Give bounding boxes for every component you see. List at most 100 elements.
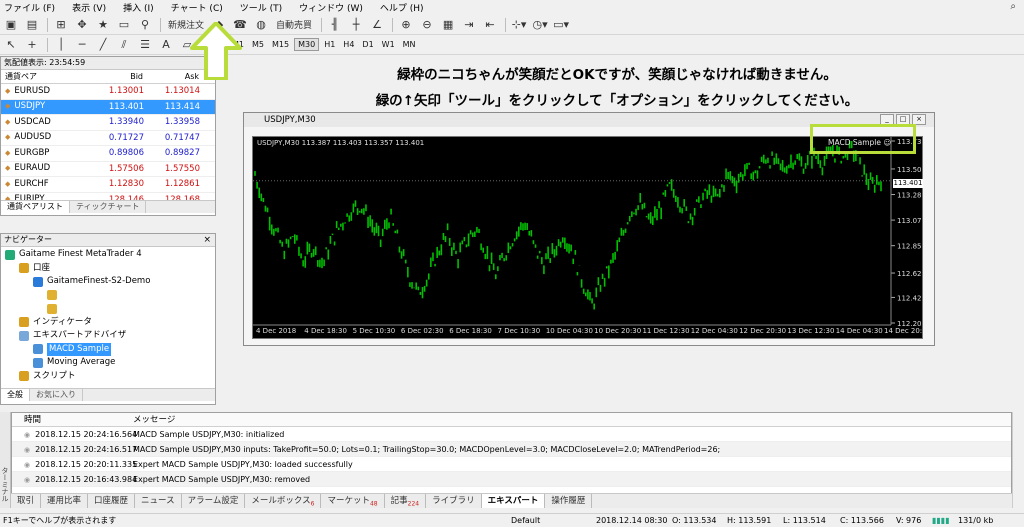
bid-value: 1.33940 [108,117,144,127]
log-row[interactable]: 2018.12.15 20:16:43.984Expert MACD Sampl… [12,472,1011,487]
menu-file[interactable]: ファイル (F) [4,1,55,14]
col-time[interactable]: 時間 [12,413,133,426]
status-volume: V: 976 [896,516,922,525]
navigator-item[interactable]: Gaitame Finest MetaTrader 4 [1,248,215,262]
auto-trade-button[interactable]: 自動売買 [274,17,314,33]
terminal-tab[interactable]: アラーム設定 [182,494,246,508]
timeframe-d1[interactable]: D1 [359,39,376,50]
profiles-icon[interactable]: ▤ [24,17,40,33]
candle-chart-icon[interactable]: ┼ [348,17,364,33]
navigator-item[interactable]: GaitameFinest-S2-Demo [1,275,215,289]
navigator-item[interactable]: MACD Sample [1,342,215,357]
navigator-item[interactable]: スクリプト [1,370,215,384]
log-row[interactable]: 2018.12.15 20:20:11.335Expert MACD Sampl… [12,457,1011,472]
market-watch-icon[interactable]: ⊞ [53,17,69,33]
menu-help[interactable]: ヘルプ (H) [380,1,424,14]
navigator-item[interactable] [1,289,215,303]
terminal-tab-label: 操作履歴 [551,496,586,506]
navigator-item[interactable]: 口座 [1,262,215,276]
status-low: L: 113.514 [783,516,826,525]
zoom-out-icon[interactable]: ⊖ [419,17,435,33]
navigator-icon[interactable]: ✥ [74,17,90,33]
x-tick-label: 14 Dec 20:30 [884,327,922,335]
close-icon[interactable]: × [203,234,211,246]
log-row[interactable]: 2018.12.15 20:24:16.564MACD Sample USDJP… [12,427,1011,442]
col-symbol[interactable]: 通貨ペア [1,70,91,83]
tab-badge: 224 [407,500,420,508]
timeframe-h4[interactable]: H4 [340,39,357,50]
tile-windows-icon[interactable]: ▦ [440,17,456,33]
indicators-icon[interactable]: ⊹▾ [511,17,527,33]
templates-icon[interactable]: ▭▾ [553,17,569,33]
watch-row[interactable]: ◆ EURAUD 1.57506 1.57550 [1,162,215,177]
chart-shift-icon[interactable]: ⇤ [482,17,498,33]
x-tick-label: 10 Dec 04:30 [546,327,593,335]
terminal-tab[interactable]: 取引 [11,494,42,508]
navigator-item[interactable]: Moving Average [1,356,215,370]
watch-row[interactable]: ◆ USDCAD 1.33940 1.33958 [1,115,215,131]
line-chart-icon[interactable]: ∠ [369,17,385,33]
tab-general[interactable]: 全般 [1,389,30,401]
watch-row[interactable]: ◆ EURCHF 1.12830 1.12861 [1,177,215,193]
autoscroll-icon[interactable]: ⇥ [461,17,477,33]
navigator-item[interactable]: エキスパートアドバイザ [1,329,215,343]
y-tick-label: 113.070 [897,217,922,225]
terminal-tab[interactable]: ライブラリ [426,494,482,508]
watch-row[interactable]: ◆ EURUSD 1.13001 1.13014 [1,84,215,100]
terminal-tab[interactable]: ニュース [135,494,182,508]
menu-insert[interactable]: 挿入 (I) [123,1,154,14]
terminal-scrollbar[interactable] [1012,412,1024,508]
timeframe-m5[interactable]: M5 [249,39,267,50]
menu-window[interactable]: ウィンドウ (W) [299,1,363,14]
bar-chart-icon[interactable]: ╢ [327,17,343,33]
col-bid[interactable]: Bid [91,70,147,83]
periods-icon[interactable]: ◷▾ [532,17,548,33]
watch-row[interactable]: ◆ EURGBP 0.89806 0.89827 [1,146,215,162]
bid-value: 1.57506 [108,163,144,174]
zoom-in-icon[interactable]: ⊕ [398,17,414,33]
fibonacci-icon[interactable]: ☰ [137,37,153,53]
terminal-tab[interactable]: マーケット48 [321,494,385,508]
terminal-tab[interactable]: 記事224 [385,494,427,508]
menu-view[interactable]: 表示 (V) [72,1,106,14]
terminal-tab[interactable]: 操作履歴 [545,494,593,508]
channel-icon[interactable]: ⫽ [116,37,132,53]
cursor-icon[interactable]: ↖ [3,37,19,53]
terminal-tab[interactable]: エキスパート [481,494,546,508]
terminal-tab[interactable]: 運用比率 [41,494,89,508]
watch-row[interactable]: ◆ USDJPY 113.401 113.414 [1,99,215,115]
text-tool-icon[interactable]: A [158,37,174,53]
crosshair-icon[interactable]: + [24,37,40,53]
horizontal-line-icon[interactable]: ─ [74,37,90,53]
terminal-icon[interactable]: ▭ [116,17,132,33]
tester-icon[interactable]: ⚲ [137,17,153,33]
vertical-line-icon[interactable]: │ [53,37,69,53]
timeframe-w1[interactable]: W1 [379,39,398,50]
tab-tick-chart[interactable]: ティックチャート [70,201,147,213]
terminal-tab[interactable]: 口座履歴 [88,494,136,508]
navigator-item[interactable] [1,302,215,316]
timeframe-h1[interactable]: H1 [321,39,338,50]
log-row[interactable]: 2018.12.15 20:24:16.517MACD Sample USDJP… [12,442,1011,457]
terminal-side-tab[interactable]: ターミナル [0,412,11,508]
col-message[interactable]: メッセージ [133,413,1011,426]
timeframe-mn[interactable]: MN [400,39,419,50]
trendline-icon[interactable]: ╱ [95,37,111,53]
navigator-item[interactable]: インディケータ [1,316,215,330]
tab-symbols[interactable]: 通貨ペアリスト [1,201,70,213]
timeframe-m30[interactable]: M30 [294,38,320,51]
search-icon[interactable]: ⌕ [1010,1,1016,12]
timeframe-m15[interactable]: M15 [269,39,292,50]
line-studies-toolbar: ↖ + │ ─ ╱ ⫽ ☰ A ▱ ➔▾ M1 M5 M15 M30 H1 H4… [0,35,1024,55]
symbol-icon: ◆ [5,195,11,200]
menu-chart[interactable]: チャート (C) [171,1,223,14]
menu-tools[interactable]: ツール (T) [240,1,282,14]
globe-icon[interactable]: ◍ [253,17,269,33]
chart-plot-area[interactable]: 113.735113.500113.285113.070112.855112.6… [252,136,931,339]
watch-row[interactable]: ◆ AUDUSD 0.71727 0.71747 [1,131,215,146]
terminal-tab[interactable]: メールボックス6 [245,494,322,508]
tab-favorites[interactable]: お気に入り [30,389,83,401]
new-chart-icon[interactable]: ▣ [3,17,19,33]
watch-row[interactable]: ◆ EURJPY 128.146 128.168 [1,193,215,200]
favorites-icon[interactable]: ★ [95,17,111,33]
